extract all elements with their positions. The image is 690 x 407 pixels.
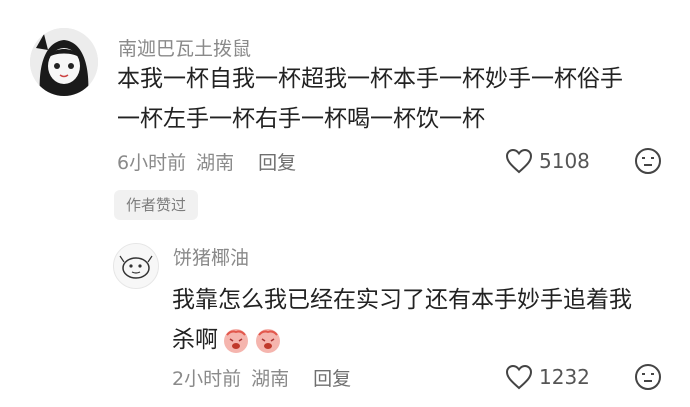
heart-outline-icon <box>505 148 533 174</box>
comment-text-line1: 我靠怎么我已经在实习了还有本手妙手追着我 <box>172 287 632 313</box>
avatar-anime-girl-icon <box>30 28 98 96</box>
comment-location: 湖南 <box>251 368 290 390</box>
like-button[interactable]: 1232 <box>505 364 590 390</box>
comment-meta: 2小时前 湖南 回复 <box>172 364 351 391</box>
reply-button[interactable]: 回复 <box>258 148 296 175</box>
dislike-button[interactable] <box>634 363 662 395</box>
neutral-face-icon <box>635 148 661 174</box>
avatar[interactable] <box>113 243 159 289</box>
like-count: 1232 <box>539 365 590 389</box>
heart-outline-icon <box>505 364 533 390</box>
like-button[interactable]: 5108 <box>505 148 590 174</box>
comment-text-line2: 一杯左手一杯右手一杯喝一杯饮一杯 <box>117 106 485 132</box>
comment-username[interactable]: 南迦巴瓦土拨鼠 <box>118 34 251 61</box>
comment-time: 2小时前 <box>172 368 242 390</box>
crying-face-emoji-icon <box>256 329 280 353</box>
reply-button[interactable]: 回复 <box>313 364 351 391</box>
like-count: 5108 <box>539 149 590 173</box>
comment-location: 湖南 <box>196 152 235 174</box>
comment-time: 6小时前 <box>117 152 187 174</box>
neutral-face-icon <box>635 364 661 390</box>
dislike-button[interactable] <box>634 147 662 179</box>
crying-face-emoji-icon <box>224 329 248 353</box>
avatar[interactable] <box>30 28 98 96</box>
avatar-doodle-icon <box>114 244 158 288</box>
comment-username[interactable]: 饼猪椰油 <box>173 243 249 270</box>
comment-text-line1: 本我一杯自我一杯超我一杯本手一杯妙手一杯俗手 <box>117 66 623 92</box>
comment-text-line2: 杀啊 <box>172 327 218 353</box>
comment-text-line2-wrap: 杀啊 <box>172 320 282 360</box>
author-liked-badge: 作者赞过 <box>114 190 199 220</box>
comment-meta: 6小时前 湖南 回复 <box>117 148 296 175</box>
